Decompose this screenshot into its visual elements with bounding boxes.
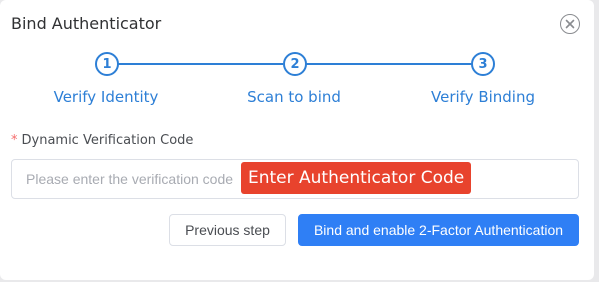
verification-code-label: * Dynamic Verification Code [11,133,193,148]
step-2-label: Scan to bind [247,88,341,106]
step-3-circle: 3 [471,52,495,76]
close-icon [565,19,575,29]
step-2-circle: 2 [283,52,307,76]
step-1-circle: 1 [95,52,119,76]
dialog-title: Bind Authenticator [11,14,162,33]
step-connector-2-3 [305,63,472,65]
required-marker: * [11,133,18,148]
bind-authenticator-dialog: Bind Authenticator 1 2 3 Verify Identity… [0,0,594,280]
close-button[interactable] [560,14,580,34]
step-1-label: Verify Identity [53,88,159,106]
verification-code-label-text: Dynamic Verification Code [21,133,194,148]
background-edge [594,0,599,282]
enter-authenticator-code-annotation: Enter Authenticator Code [241,162,472,194]
previous-step-button[interactable]: Previous step [169,214,286,246]
bind-and-enable-2fa-button[interactable]: Bind and enable 2-Factor Authentication [298,214,579,246]
step-connector-1-2 [118,63,283,65]
step-3-label: Verify Binding [430,88,536,106]
